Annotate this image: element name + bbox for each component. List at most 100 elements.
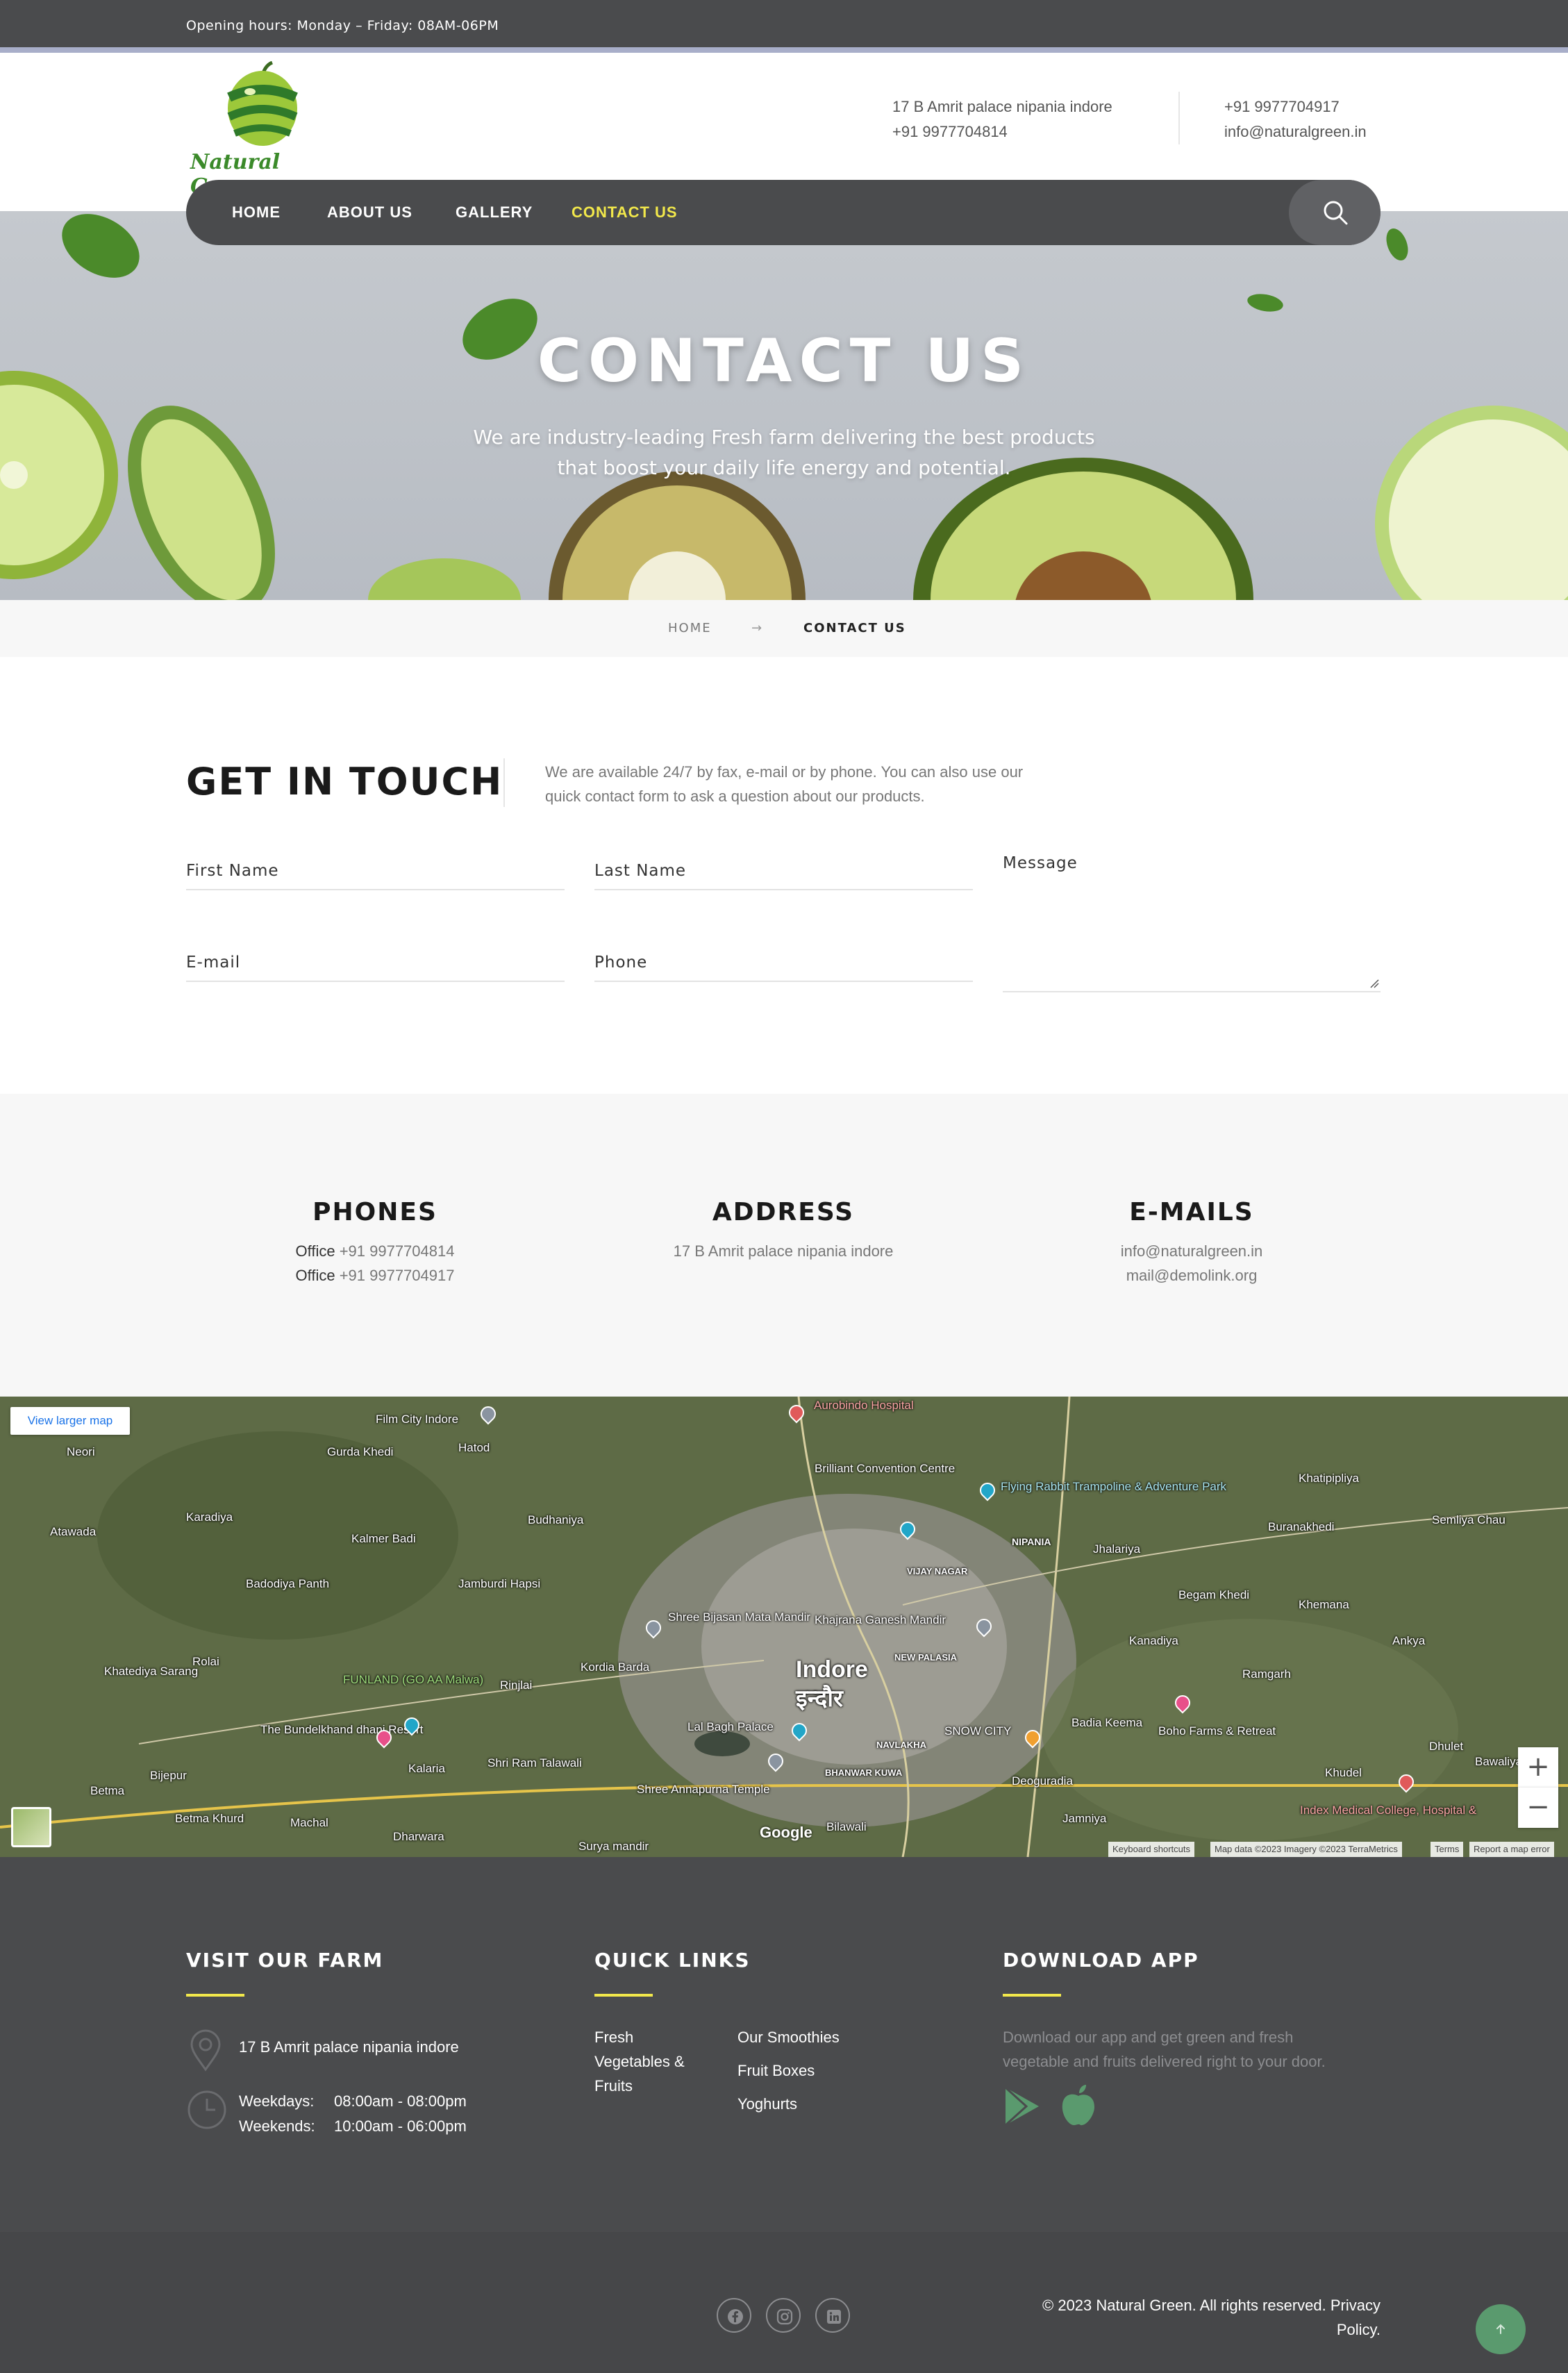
map-label: Dhulet — [1429, 1740, 1464, 1753]
weekends-hours: 10:00am - 06:00pm — [334, 2117, 467, 2135]
map-label: Deoguradia — [1012, 1774, 1073, 1788]
map-label: Flying Rabbit Trampoline & Adventure Par… — [1001, 1480, 1227, 1493]
map-label: NIPANIA — [1012, 1536, 1051, 1547]
hero-banner: CONTACT US We are industry-leading Fresh… — [0, 211, 1568, 600]
google-logo: Google — [760, 1824, 812, 1841]
nav-contact-us[interactable]: CONTACT US — [572, 203, 678, 222]
resize-grip-icon[interactable] — [1369, 979, 1379, 988]
map-label: Khajrana Ganesh Mandir — [815, 1613, 946, 1626]
header-contact-phone: +91 9977704917 info@naturalgreen.in — [1224, 94, 1367, 144]
quick-link-line: Fruits — [594, 2077, 633, 2095]
email-input[interactable] — [186, 939, 565, 981]
back-to-top-button[interactable] — [1476, 2304, 1526, 2354]
address-block: ADDRESS 17 B Amrit palace nipania indore — [610, 1198, 957, 1263]
phone-line-2: Office +91 9977704917 — [201, 1263, 549, 1288]
breadcrumb: HOME → CONTACT US — [0, 600, 1568, 657]
phone-field — [594, 939, 973, 982]
map-city-label: Indore — [796, 1656, 868, 1683]
zoom-out-button[interactable]: − — [1518, 1788, 1558, 1828]
email-1[interactable]: info@naturalgreen.in — [1018, 1239, 1365, 1263]
map-label: VIJAY NAGAR — [907, 1566, 968, 1576]
facebook-link[interactable] — [717, 2298, 751, 2333]
nav-home[interactable]: HOME — [232, 203, 281, 222]
map-label: Gurda Khedi — [327, 1445, 394, 1458]
map-label: NEW PALASIA — [894, 1652, 958, 1663]
map-report-link[interactable]: Report a map error — [1469, 1842, 1554, 1857]
map-label: Boho Farms & Retreat — [1158, 1724, 1276, 1738]
map-label: Betma — [90, 1784, 125, 1797]
quick-link-yoghurts[interactable]: Yoghurts — [737, 2092, 797, 2116]
nav-about-us[interactable]: ABOUT US — [327, 203, 412, 222]
emails-block: E-MAILS info@naturalgreen.in mail@demoli… — [1018, 1198, 1365, 1288]
email-2[interactable]: mail@demolink.org — [1018, 1263, 1365, 1288]
title-underline — [186, 1994, 244, 1997]
map-label: Shri Ram Talawali — [487, 1756, 582, 1770]
get-in-touch-title: GET IN TOUCH — [186, 760, 503, 804]
map-label: Surya mandir — [578, 1840, 649, 1853]
google-play-icon[interactable] — [1003, 2085, 1042, 2128]
last-name-input[interactable] — [594, 847, 973, 889]
phone-line-1: Office +91 9977704814 — [201, 1239, 549, 1263]
weekdays-label: Weekdays: — [239, 2092, 315, 2110]
quick-link-smoothies[interactable]: Our Smoothies — [737, 2025, 840, 2049]
facebook-icon — [728, 2309, 743, 2324]
map-label: The Bundelkhand dhani Resort — [260, 1723, 424, 1736]
map-type-toggle[interactable] — [11, 1807, 51, 1847]
logo[interactable]: Natural Green — [187, 61, 340, 199]
first-name-input[interactable] — [186, 847, 565, 889]
map-label: Khatipipliya — [1299, 1472, 1359, 1485]
map-label: Film City Indore — [376, 1413, 459, 1426]
breadcrumb-home[interactable]: HOME — [668, 621, 712, 635]
map-label: Atawada — [50, 1525, 97, 1538]
zoom-in-button[interactable]: + — [1518, 1747, 1558, 1788]
map-label: Index Medical College, Hospital & — [1300, 1804, 1477, 1817]
map-label: Kanadiya — [1129, 1634, 1178, 1647]
visit-farm-title: VISIT OUR FARM — [186, 1949, 384, 1972]
map-embed[interactable]: View larger map Film City Indore Aurobin… — [0, 1397, 1568, 1857]
phone-number-2[interactable]: +91 9977704917 — [340, 1267, 455, 1284]
apple-icon[interactable] — [1060, 2083, 1097, 2128]
nav-gallery[interactable]: GALLERY — [456, 203, 533, 222]
message-input[interactable] — [1003, 847, 1381, 979]
phone-input[interactable] — [594, 939, 973, 981]
title-underline — [1003, 1994, 1061, 1997]
map-pin-icon — [190, 2029, 221, 2072]
header-contact-address: 17 B Amrit palace nipania indore +91 997… — [892, 94, 1112, 144]
map-label: Jamburdi Hapsi — [458, 1577, 541, 1590]
address-title: ADDRESS — [712, 1198, 855, 1226]
instagram-link[interactable] — [766, 2298, 801, 2333]
header-email[interactable]: info@naturalgreen.in — [1224, 119, 1367, 144]
phone-number-1[interactable]: +91 9977704814 — [340, 1242, 455, 1260]
hero-subtitle-line-1: We are industry-leading Fresh farm deliv… — [473, 426, 1095, 449]
map-label: Rinjlai — [500, 1679, 533, 1692]
header-phone-1[interactable]: +91 9977704814 — [892, 119, 1112, 144]
search-button[interactable] — [1289, 180, 1381, 245]
map-keyboard-shortcuts[interactable]: Keyboard shortcuts — [1108, 1842, 1195, 1857]
get-in-touch-text: We are available 24/7 by fax, e-mail or … — [545, 760, 1073, 808]
map-label: NAVLAKHA — [876, 1740, 926, 1750]
quick-link-fresh-vegetables[interactable]: Fresh Vegetables & Fruits — [594, 2025, 685, 2098]
quick-link-fruit-boxes[interactable]: Fruit Boxes — [737, 2058, 815, 2083]
hero-title: CONTACT US — [537, 326, 1031, 396]
map-terms-link[interactable]: Terms — [1431, 1842, 1464, 1857]
map-label: Kordia Barda — [581, 1660, 650, 1674]
copyright-line-2[interactable]: Policy. — [1337, 2321, 1381, 2338]
copyright-line-1[interactable]: © 2023 Natural Green. All rights reserve… — [1042, 2297, 1381, 2314]
hero-subtitle-line-2: that boost your daily life energy and po… — [557, 456, 1011, 479]
map-label: Buranakhedi — [1268, 1520, 1335, 1533]
linkedin-link[interactable] — [815, 2298, 850, 2333]
view-larger-map-link[interactable]: View larger map — [10, 1407, 130, 1435]
map-label: Budhaniya — [528, 1513, 584, 1526]
quick-link-line: Vegetables & — [594, 2053, 685, 2070]
download-app-title: DOWNLOAD APP — [1003, 1949, 1199, 1972]
footer-address: 17 B Amrit palace nipania indore — [239, 2038, 459, 2056]
weekends-label: Weekends: — [239, 2117, 315, 2135]
opening-hours: Opening hours: Monday – Friday: 08AM-06P… — [186, 18, 499, 33]
map-label: Betma Khurd — [175, 1812, 244, 1825]
map-label: Machal — [290, 1816, 328, 1829]
download-app-text-line-1: Download our app and get green and fresh — [1003, 2029, 1294, 2046]
top-bar: Opening hours: Monday – Friday: 08AM-06P… — [0, 0, 1568, 53]
map-label: Dharwara — [393, 1830, 444, 1843]
header-phone-2[interactable]: +91 9977704917 — [1224, 94, 1367, 119]
map-label: Bijepur — [150, 1769, 187, 1782]
